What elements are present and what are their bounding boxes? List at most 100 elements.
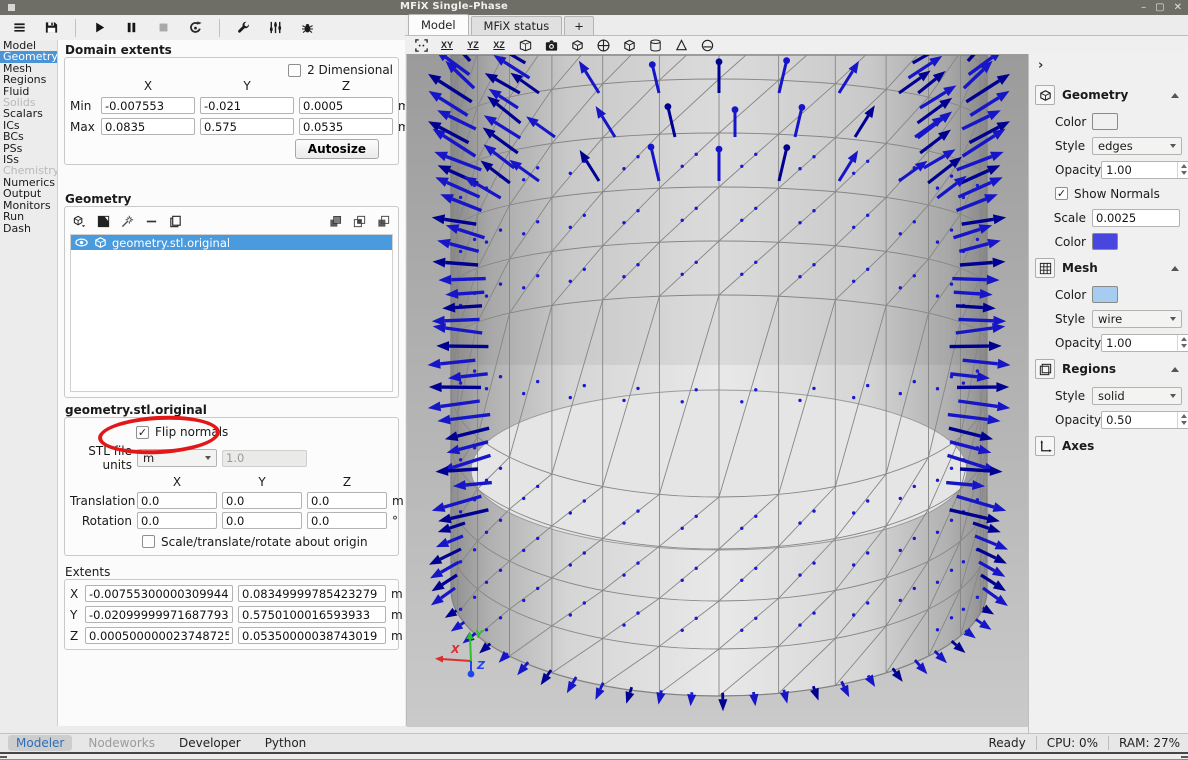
translation-y-input[interactable] (222, 492, 302, 509)
add-filter-icon[interactable] (96, 214, 111, 229)
orientation-axes-button[interactable] (594, 37, 612, 53)
spin-up-icon[interactable] (1181, 164, 1187, 168)
rotation-x-input[interactable] (137, 512, 217, 529)
pause-button[interactable] (118, 17, 145, 39)
close-button[interactable]: ✕ (1174, 0, 1182, 15)
extent-y-max-input[interactable] (238, 606, 386, 623)
mesh-color-swatch[interactable] (1092, 286, 1118, 303)
translation-z-input[interactable] (307, 492, 387, 509)
spin-arrows[interactable] (1177, 162, 1188, 178)
bug-button[interactable] (294, 17, 321, 39)
cone-button[interactable] (672, 37, 690, 53)
camera-button[interactable] (542, 37, 560, 53)
ellipse-button[interactable] (698, 37, 716, 53)
geometry-color-swatch[interactable] (1092, 233, 1118, 250)
panel-collapse-chevron[interactable]: › (1029, 56, 1188, 79)
eye-icon[interactable] (74, 235, 89, 250)
max-x-input[interactable] (101, 118, 195, 135)
rotation-y-input[interactable] (222, 512, 302, 529)
min-z-input[interactable] (299, 97, 393, 114)
tree-item-geometry-stl-original[interactable]: geometry.stl.original (71, 235, 392, 250)
save-button[interactable] (38, 17, 65, 39)
mode-tab-developer[interactable]: Developer (171, 735, 249, 751)
intersect-icon[interactable] (352, 214, 367, 229)
section-header-axes[interactable]: Axes (1029, 433, 1188, 459)
perspective-button[interactable] (516, 37, 534, 53)
geometry-style-select[interactable]: edges (1092, 137, 1182, 155)
spin-down-icon[interactable] (1181, 421, 1187, 425)
autosize-button[interactable]: Autosize (295, 139, 379, 159)
axes-icon-button[interactable] (1035, 436, 1055, 456)
sidebar-item-regions[interactable]: Regions (0, 74, 57, 85)
section-header-mesh[interactable]: Mesh (1029, 255, 1188, 281)
geometry-icon-button[interactable] (1035, 85, 1055, 105)
regions-opacity-spinbox[interactable]: 0.50 (1101, 411, 1188, 429)
mesh-icon-button[interactable] (1035, 258, 1055, 278)
cylinder-button[interactable] (646, 37, 664, 53)
sidebar-item-run[interactable]: Run (0, 211, 57, 222)
remove-icon[interactable] (144, 214, 159, 229)
about-origin-checkbox[interactable] (142, 535, 155, 548)
sidebar-item-dash[interactable]: Dash (0, 223, 57, 234)
spin-up-icon[interactable] (1181, 337, 1187, 341)
flip-normals-checkbox[interactable]: ✓ (136, 426, 149, 439)
extent-z-min-input[interactable] (85, 627, 233, 644)
ellipse-icon (700, 38, 715, 53)
cube-button[interactable] (620, 37, 638, 53)
spin-arrows[interactable] (1177, 335, 1188, 351)
geometry-color-swatch[interactable] (1092, 113, 1118, 130)
sidebar-item-bcs[interactable]: BCs (0, 131, 57, 142)
play-button[interactable] (86, 17, 113, 39)
mesh-style-select[interactable]: wire (1092, 310, 1182, 328)
rotation-z-input[interactable] (307, 512, 387, 529)
section-header-geometry[interactable]: Geometry (1029, 82, 1188, 108)
copy-icon[interactable] (168, 214, 183, 229)
mode-tab-python[interactable]: Python (257, 735, 315, 751)
reset-button[interactable] (182, 17, 209, 39)
mesh-opacity-row: Opacity1.00 (1029, 332, 1188, 353)
extent-x-min-input[interactable] (85, 585, 233, 602)
union-icon[interactable] (328, 214, 343, 229)
max-z-input[interactable] (299, 118, 393, 135)
yz-view-button[interactable]: YZ (464, 37, 482, 53)
regions-style-select[interactable]: solid (1092, 387, 1182, 405)
geometry-opacity-spinbox[interactable]: 1.00 (1101, 161, 1188, 179)
max-y-input[interactable] (200, 118, 294, 135)
add-geometry-icon[interactable] (72, 214, 87, 229)
wrench-button[interactable] (230, 17, 257, 39)
tab-mfix-status[interactable]: MFiX status (471, 16, 563, 35)
difference-icon[interactable] (376, 214, 391, 229)
minimize-button[interactable]: – (1141, 0, 1146, 15)
extent-z-max-input[interactable] (238, 627, 386, 644)
xz-view-button[interactable]: XZ (490, 37, 508, 53)
wand-icon[interactable] (120, 214, 135, 229)
vtk-scene[interactable]: XYZ (407, 55, 1029, 727)
sidebar-item-output[interactable]: Output (0, 188, 57, 199)
min-y-input[interactable] (200, 97, 294, 114)
menu-button[interactable] (6, 17, 33, 39)
spin-down-icon[interactable] (1181, 344, 1187, 348)
two-dimensional-checkbox[interactable] (288, 64, 301, 77)
xy-view-button[interactable]: XY (438, 37, 456, 53)
spin-up-icon[interactable] (1181, 414, 1187, 418)
tab-model[interactable]: Model (408, 14, 469, 35)
spin-arrows[interactable] (1177, 412, 1188, 428)
add-tab-button[interactable]: + (564, 16, 594, 35)
extent-x-max-input[interactable] (238, 585, 386, 602)
extent-y-min-input[interactable] (85, 606, 233, 623)
sliders-button[interactable] (262, 17, 289, 39)
3d-viewport[interactable]: XYZ (406, 54, 1028, 726)
geometry-scale-input[interactable] (1092, 209, 1180, 227)
mesh-opacity-spinbox[interactable]: 1.00 (1101, 334, 1188, 352)
section-header-regions[interactable]: Regions (1029, 356, 1188, 382)
visibility-button[interactable] (568, 37, 586, 53)
stl-file-units-select[interactable]: m (137, 449, 217, 467)
fit-view-button[interactable] (412, 37, 430, 53)
min-x-input[interactable] (101, 97, 195, 114)
translation-x-input[interactable] (137, 492, 217, 509)
regions-icon-button[interactable] (1035, 359, 1055, 379)
spin-down-icon[interactable] (1181, 171, 1187, 175)
maximize-button[interactable]: ▢ (1155, 0, 1164, 15)
mode-tab-modeler[interactable]: Modeler (8, 735, 72, 751)
geometry-show-normals-checkbox[interactable]: ✓ (1055, 187, 1068, 200)
